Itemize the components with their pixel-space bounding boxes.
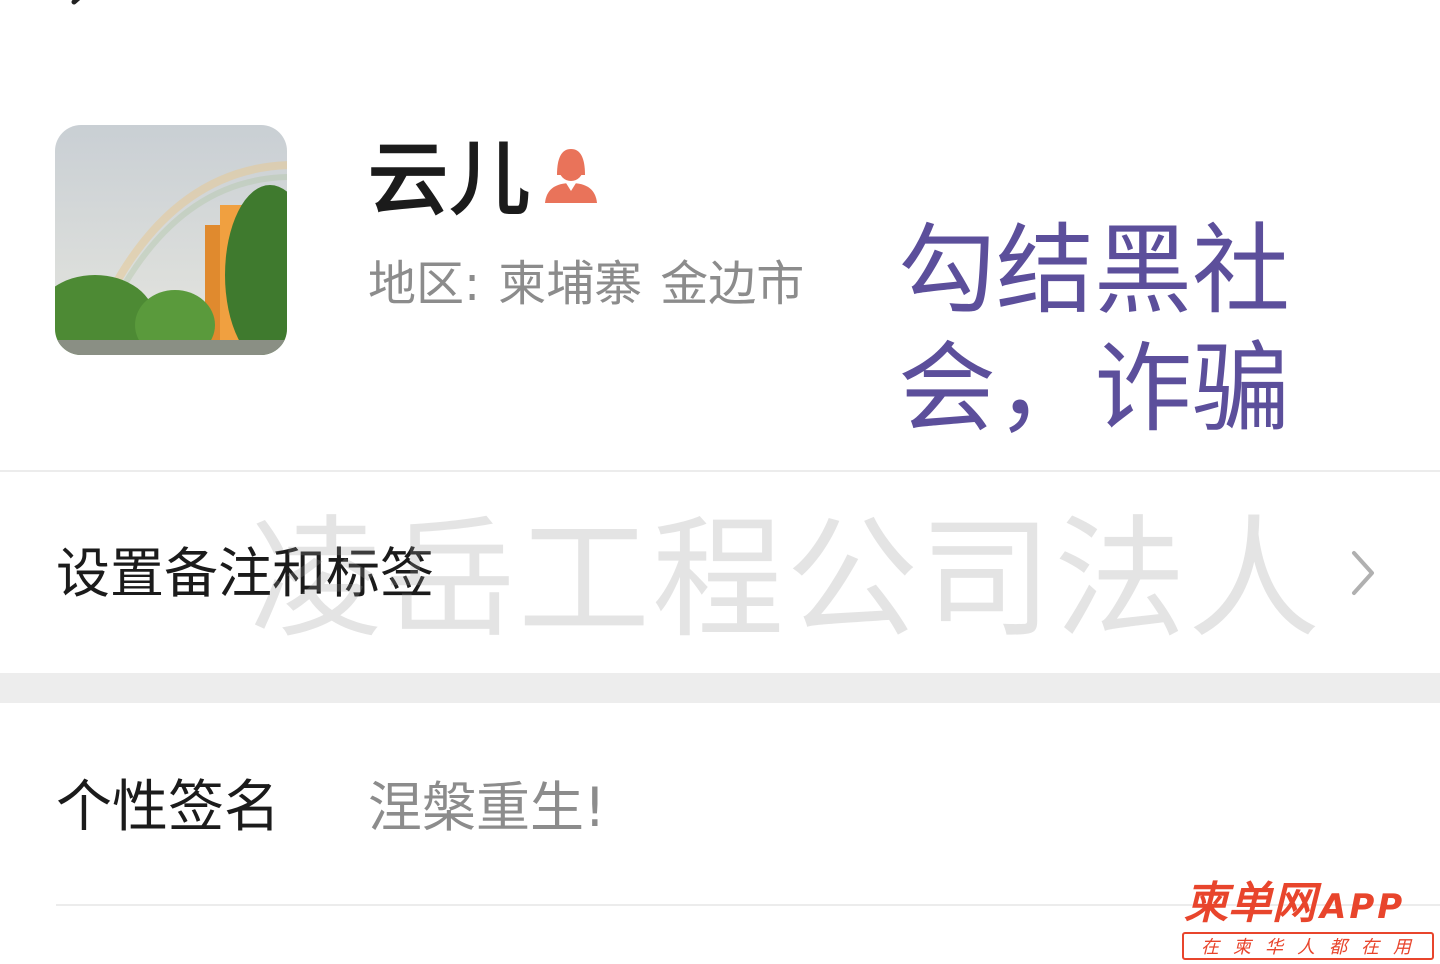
logo-name: 柬单网: [1184, 878, 1316, 929]
logo-app: APP: [1320, 887, 1406, 927]
site-logo: 柬单网 APP: [1184, 876, 1405, 935]
logo-tagline: 在柬华人都在用: [1182, 932, 1434, 960]
signature-label: 个性签名: [56, 775, 280, 840]
contact-name: 云儿: [368, 133, 532, 226]
signature-value: 涅槃重生!: [368, 776, 606, 839]
chevron-right-icon: [1352, 551, 1374, 595]
region-city: 金边市: [660, 256, 805, 312]
region-label: 地区:: [368, 256, 481, 312]
annotation-text: 勾结黑社会，诈骗: [898, 214, 1291, 446]
section-separator: [0, 673, 1440, 703]
region-country: 柬埔寨: [498, 256, 643, 312]
female-icon: [545, 149, 597, 203]
region-info: 地区: 柬埔寨 金边市: [368, 252, 830, 316]
back-chevron-icon[interactable]: [60, 0, 100, 16]
watermark-text: 凌岳工程公司法人: [250, 503, 1322, 657]
avatar[interactable]: [55, 125, 287, 355]
